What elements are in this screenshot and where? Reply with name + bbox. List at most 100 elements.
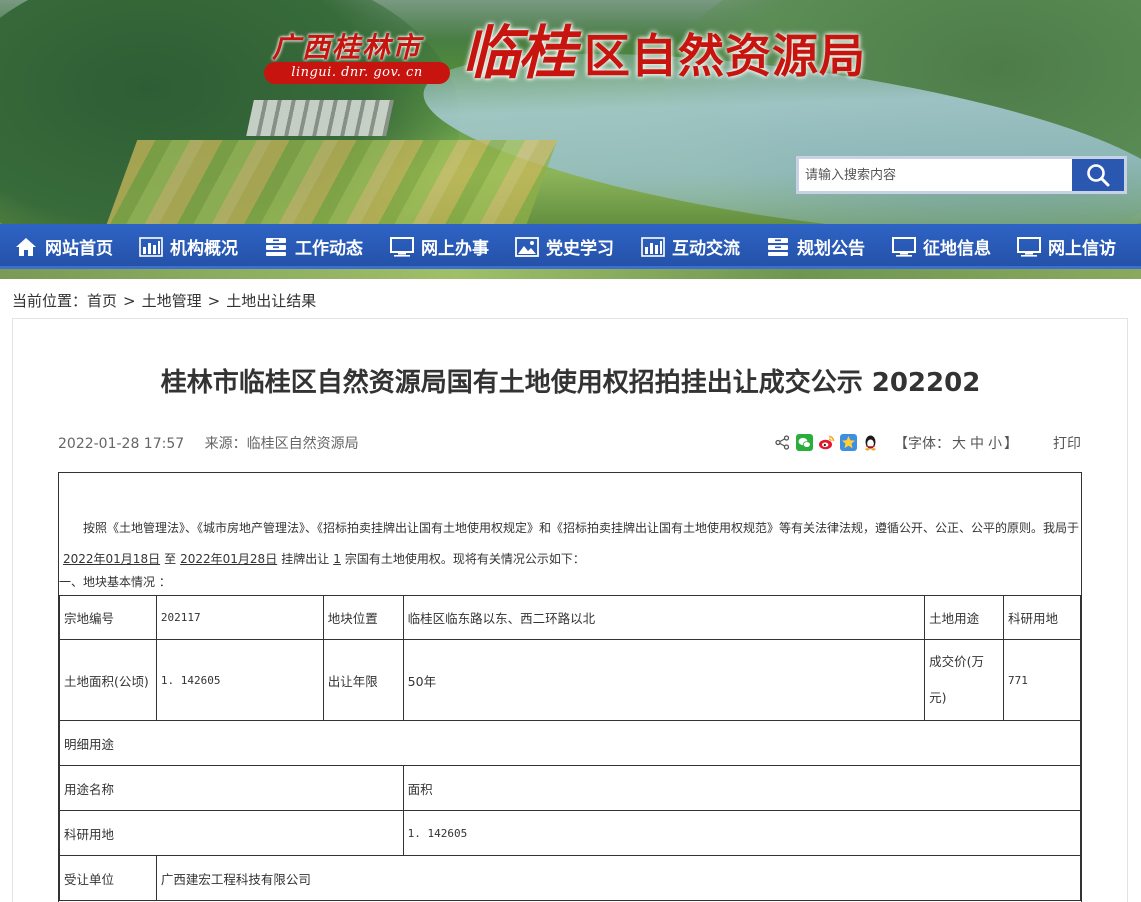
nav-item-party-history[interactable]: 党史学习 [515, 224, 614, 269]
qzone-icon[interactable] [840, 433, 857, 451]
nav-item-land-acquisition[interactable]: 征地信息 [892, 224, 991, 269]
article-title: 桂林市临桂区自然资源局国有土地使用权招拍挂出让成交公示 202202 [160, 368, 981, 398]
breadcrumb-separator: > [207, 292, 221, 310]
font-size-medium[interactable]: 中 [970, 436, 984, 452]
nav-item-planning[interactable]: 规划公告 [766, 224, 865, 269]
bar-chart-icon [641, 236, 665, 257]
breadcrumb: 当前位置：首页 > 土地管理 > 土地出让结果 [12, 290, 316, 311]
banner-village [246, 100, 394, 136]
share-bar [774, 432, 879, 452]
share-icon[interactable] [774, 434, 791, 451]
nav-item-label: 网站首页 [45, 239, 113, 259]
table-row: 土地面积(公顷) 1. 142605 出让年限 50年 成交价(万元) 771 [59, 639, 1081, 721]
price-value: 771 [1003, 639, 1081, 721]
land-info-table: 宗地编号 202117 地块位置 临桂区临东路以东、西二环路以北 土地用途 科研… [59, 595, 1081, 901]
search-input[interactable] [799, 159, 1071, 191]
brand-domain[interactable]: lingui. dnr. gov. cn [264, 62, 450, 84]
banner-fields [102, 140, 558, 230]
archive-icon [766, 237, 790, 257]
monitor-icon [1017, 236, 1041, 257]
intro-text-3: 宗国有土地使用权。现将有关情况公示如下： [344, 552, 585, 566]
breadcrumb-home[interactable]: 首页 [87, 292, 117, 310]
article-source: 来源：临桂区自然资源局 [204, 436, 359, 452]
intro-text-2: 挂牌出让 [281, 552, 330, 566]
start-date: 2022年01月18日 [63, 552, 161, 566]
nav-item-label: 工作动态 [295, 239, 363, 259]
area-value: 1. 142605 [155, 639, 324, 721]
nav-item-interaction[interactable]: 互动交流 [641, 224, 740, 269]
section-heading: 一、地块基本情况 ： [59, 575, 171, 589]
search-button[interactable] [1072, 159, 1124, 191]
image-icon [515, 236, 539, 257]
table-row: 用途名称 面积 [59, 765, 1081, 811]
header-banner: 广西桂林市 lingui. dnr. gov. cn 临桂 区自然资源局 [0, 0, 1141, 230]
search-icon [1087, 164, 1110, 187]
breadcrumb-land-transfer-results[interactable]: 土地出让结果 [226, 292, 316, 310]
location-label: 地块位置 [322, 595, 404, 640]
nav-item-online-service[interactable]: 网上办事 [390, 224, 489, 269]
wechat-icon[interactable] [796, 433, 813, 451]
land-use-value: 科研用地 [1003, 595, 1081, 640]
nav-item-label: 党史学习 [546, 239, 614, 259]
monitor-icon [390, 236, 414, 257]
nav-item-label: 互动交流 [672, 239, 740, 259]
font-size-control: 【字体：大中小】 [894, 433, 1018, 453]
parcel-no-value: 202117 [155, 595, 324, 640]
detail-use-name: 科研用地 [59, 810, 404, 856]
main-nav: 网站首页 机构概况 工作动态 网上办事 党史学习 互动交流 规划公告 征地信息 … [0, 224, 1141, 269]
price-label: 成交价(万元) [924, 639, 1004, 721]
font-size-small[interactable]: 小 [988, 436, 1002, 452]
qq-icon[interactable] [862, 434, 879, 451]
nav-item-home[interactable]: 网站首页 [14, 224, 113, 269]
parcel-count: 1 [333, 552, 341, 566]
area-label: 土地面积(公顷) [59, 639, 157, 721]
nav-item-label: 网上办事 [421, 239, 489, 259]
use-name-header: 用途名称 [59, 765, 404, 811]
buyer-label: 受让单位 [59, 855, 157, 901]
nav-item-label: 机构概况 [170, 239, 238, 259]
table-row: 科研用地 1. 142605 [59, 810, 1081, 856]
brand-name-org: 区自然资源局 [584, 29, 866, 83]
price-label-line2: 元) [929, 690, 947, 705]
article-meta: 2022-01-28 17:57 来源：临桂区自然资源局 [58, 433, 359, 453]
weibo-icon[interactable] [818, 434, 835, 451]
nav-item-label: 征地信息 [923, 239, 991, 259]
breadcrumb-prefix: 当前位置： [12, 292, 88, 310]
parcel-no-label: 宗地编号 [59, 595, 157, 640]
search-box [796, 156, 1127, 194]
print-link[interactable]: 打印 [1053, 433, 1081, 453]
term-label: 出让年限 [322, 639, 404, 721]
article-datetime: 2022-01-28 17:57 [58, 436, 185, 452]
area-header: 面积 [402, 765, 1081, 811]
monitor-icon [892, 236, 916, 257]
end-date: 2022年01月28日 [180, 552, 278, 566]
article-content: 按照《土地管理法》、《城市房地产管理法》、《招标拍卖挂牌出让国有土地使用权规定》… [58, 472, 1082, 902]
font-size-close: 】 [1004, 436, 1018, 452]
buyer-value: 广西建宏工程科技有限公司 [155, 855, 1081, 901]
nav-item-petition[interactable]: 网上信访 [1017, 224, 1116, 269]
detail-area: 1. 142605 [402, 810, 1081, 856]
brand-name-big: 临桂 [462, 19, 576, 87]
bar-chart-icon [139, 236, 163, 257]
nav-item-label: 网上信访 [1048, 239, 1116, 259]
intro-paragraph: 按照《土地管理法》、《城市房地产管理法》、《招标拍卖挂牌出让国有土地使用权规定》… [59, 513, 1081, 575]
nav-item-news[interactable]: 工作动态 [264, 224, 363, 269]
term-value: 50年 [402, 639, 926, 721]
nav-item-about[interactable]: 机构概况 [139, 224, 238, 269]
breadcrumb-land-management[interactable]: 土地管理 [142, 292, 202, 310]
intro-text-1: 按照《土地管理法》、《城市房地产管理法》、《招标拍卖挂牌出让国有土地使用权规定》… [83, 521, 1080, 535]
nav-decor-strip [0, 269, 1141, 279]
table-row: 宗地编号 202117 地块位置 临桂区临东路以东、西二环路以北 土地用途 科研… [59, 595, 1081, 640]
detail-use-label: 明细用途 [59, 720, 1081, 766]
location-value: 临桂区临东路以东、西二环路以北 [402, 595, 926, 640]
breadcrumb-separator: > [123, 292, 136, 310]
home-icon [14, 237, 38, 257]
font-size-large[interactable]: 大 [952, 436, 966, 452]
archive-icon [264, 237, 288, 257]
intro-to: 至 [164, 552, 177, 566]
brand-region: 广西桂林市 [272, 31, 423, 64]
table-row: 受让单位 广西建宏工程科技有限公司 [59, 855, 1081, 901]
land-use-label: 土地用途 [924, 595, 1004, 640]
price-label-line1: 成交价(万 [929, 654, 984, 669]
font-size-open: 【字体： [894, 436, 950, 452]
